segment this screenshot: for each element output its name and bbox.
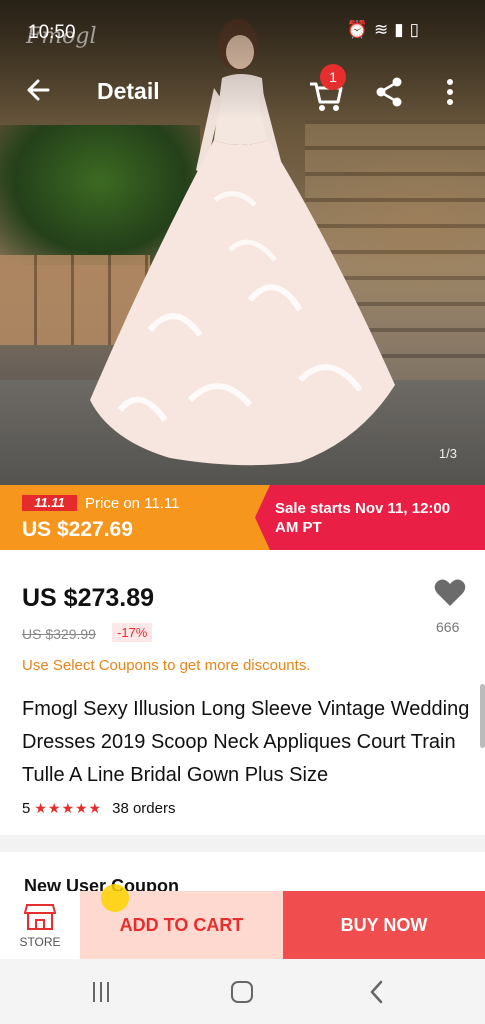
status-icons: ⏰≋▮▯: [347, 20, 425, 40]
back-arrow-icon[interactable]: [22, 72, 58, 108]
promo-tag: 11.11: [22, 495, 77, 511]
scrollbar[interactable]: [480, 684, 485, 748]
touch-indicator: [101, 884, 129, 912]
alarm-icon: ⏰: [346, 20, 375, 39]
page-title: Detail: [97, 78, 160, 104]
battery-icon: ▯: [409, 20, 425, 39]
current-price: US $273.89: [22, 584, 155, 612]
orders-count: 38 orders: [112, 800, 176, 817]
bottom-action-bar: STORE ADD TO CART BUY NOW: [0, 891, 485, 959]
rating-stars: ★★★★★: [34, 800, 103, 816]
store-label: STORE: [19, 935, 61, 949]
product-info-card: US $273.89 US $329.99 -17% 666 Use Selec…: [0, 550, 485, 835]
image-counter: 1/3: [438, 446, 457, 461]
status-time: 10:50: [28, 22, 76, 43]
sale-start-banner: Sale starts Nov 11, 12:00 AM PT: [255, 485, 485, 550]
discount-badge: -17%: [112, 623, 153, 642]
buy-now-button[interactable]: BUY NOW: [283, 891, 485, 959]
more-options-icon[interactable]: [440, 76, 460, 108]
original-price: US $329.99: [22, 626, 96, 642]
rating-value: 5: [22, 800, 31, 817]
sale-start-text: Sale starts Nov 11, 12:00 AM PT: [275, 500, 451, 536]
promo-price: US $227.69: [22, 518, 133, 541]
promo-label: Price on 11.11: [85, 495, 180, 512]
coupon-note[interactable]: Use Select Coupons to get more discounts…: [22, 657, 311, 674]
top-bar: Detail 1: [0, 62, 485, 122]
rating-row[interactable]: 5 ★★★★★ 38 orders: [22, 800, 175, 817]
system-nav-bar: [0, 959, 485, 1024]
cart-badge: 1: [320, 64, 346, 90]
product-title: Fmogl Sexy Illusion Long Sleeve Vintage …: [22, 698, 470, 786]
home-icon[interactable]: [227, 977, 257, 1007]
wishlist-heart-icon[interactable]: [434, 578, 466, 608]
status-bar: Fmogl 10:50 ⏰≋▮▯: [0, 0, 485, 60]
promo-price-banner: 11.11 Price on 11.11 US $227.69: [0, 485, 270, 550]
store-button[interactable]: STORE: [0, 891, 80, 959]
recent-apps-icon[interactable]: [86, 977, 116, 1007]
wishlist-count: 666: [436, 619, 460, 635]
store-icon: [24, 904, 56, 930]
share-icon[interactable]: [374, 76, 404, 108]
signal-icon: ▮: [394, 20, 410, 39]
back-icon[interactable]: [362, 977, 392, 1007]
wifi-icon: ≋: [374, 20, 395, 39]
